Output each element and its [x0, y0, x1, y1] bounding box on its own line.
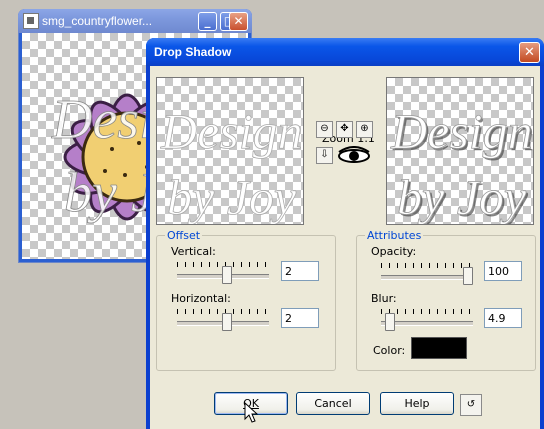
image-window-titlebar[interactable]: smg_countryflower... _ □	[18, 9, 252, 33]
vertical-input[interactable]: 2	[281, 261, 319, 281]
help-button[interactable]: Help	[380, 392, 454, 415]
blur-input[interactable]: 4.9	[484, 308, 522, 328]
opacity-label: Opacity:	[371, 245, 417, 258]
opacity-slider-thumb[interactable]	[463, 267, 473, 285]
dialog-body: Design by Joy Zoom 1:1 ⊖ ✥ ⊕ ⇩ Design De…	[150, 66, 540, 429]
offset-group: Offset Vertical: 2 Horizontal: 2	[156, 229, 336, 371]
cursor-icon	[244, 402, 258, 423]
vertical-label: Vertical:	[171, 245, 216, 258]
pan-icon[interactable]: ✥	[336, 121, 353, 138]
color-label: Color:	[373, 344, 406, 357]
image-window-title: smg_countryflower...	[42, 14, 153, 28]
preview-watermark-line1: Design	[390, 103, 533, 159]
minimize-icon[interactable]: _	[198, 12, 217, 31]
vertical-slider[interactable]	[177, 262, 269, 286]
cancel-button[interactable]: Cancel	[296, 392, 370, 415]
eye-icon[interactable]	[336, 146, 372, 165]
blur-slider-thumb[interactable]	[385, 313, 395, 331]
zoom-in-icon[interactable]: ⊕	[356, 121, 373, 138]
zoom-out-icon[interactable]: ⊖	[316, 121, 333, 138]
horizontal-label: Horizontal:	[171, 292, 231, 305]
horizontal-slider-thumb[interactable]	[222, 313, 232, 331]
document-icon	[23, 13, 39, 29]
horizontal-input[interactable]: 2	[281, 308, 319, 328]
close-icon[interactable]: ✕	[229, 12, 248, 31]
drop-shadow-dialog: Drop Shadow ✕ Design by Joy Zoom 1:1 ⊖ ✥…	[146, 38, 544, 429]
result-preview-image: Design Design by Joy by Joy	[390, 103, 533, 224]
preview-watermark-line1: Design	[160, 103, 303, 159]
dialog-title: Drop Shadow	[154, 45, 232, 59]
opacity-input[interactable]: 100	[484, 261, 522, 281]
horizontal-slider[interactable]	[177, 309, 269, 333]
attributes-group: Attributes Opacity: 100 Blur: 4.9 Color:	[356, 229, 536, 371]
original-preview[interactable]: Design by Joy	[156, 77, 304, 225]
opacity-slider[interactable]	[381, 263, 473, 287]
offset-legend: Offset	[165, 229, 203, 242]
reset-icon[interactable]: ↺	[460, 394, 482, 416]
preview-watermark-line2: by Joy	[397, 169, 527, 224]
color-swatch[interactable]	[411, 337, 467, 359]
original-preview-image: Design by Joy	[160, 103, 303, 224]
vertical-slider-thumb[interactable]	[222, 266, 232, 284]
close-icon[interactable]: ✕	[519, 42, 540, 63]
proof-icon[interactable]: ⇩	[316, 147, 333, 164]
dialog-titlebar[interactable]: Drop Shadow ✕	[146, 38, 544, 66]
blur-slider[interactable]	[381, 309, 473, 333]
blur-label: Blur:	[371, 292, 397, 305]
result-preview[interactable]: Design Design by Joy by Joy	[386, 77, 534, 225]
preview-watermark-line2: by Joy	[167, 169, 297, 224]
attributes-legend: Attributes	[365, 229, 424, 242]
